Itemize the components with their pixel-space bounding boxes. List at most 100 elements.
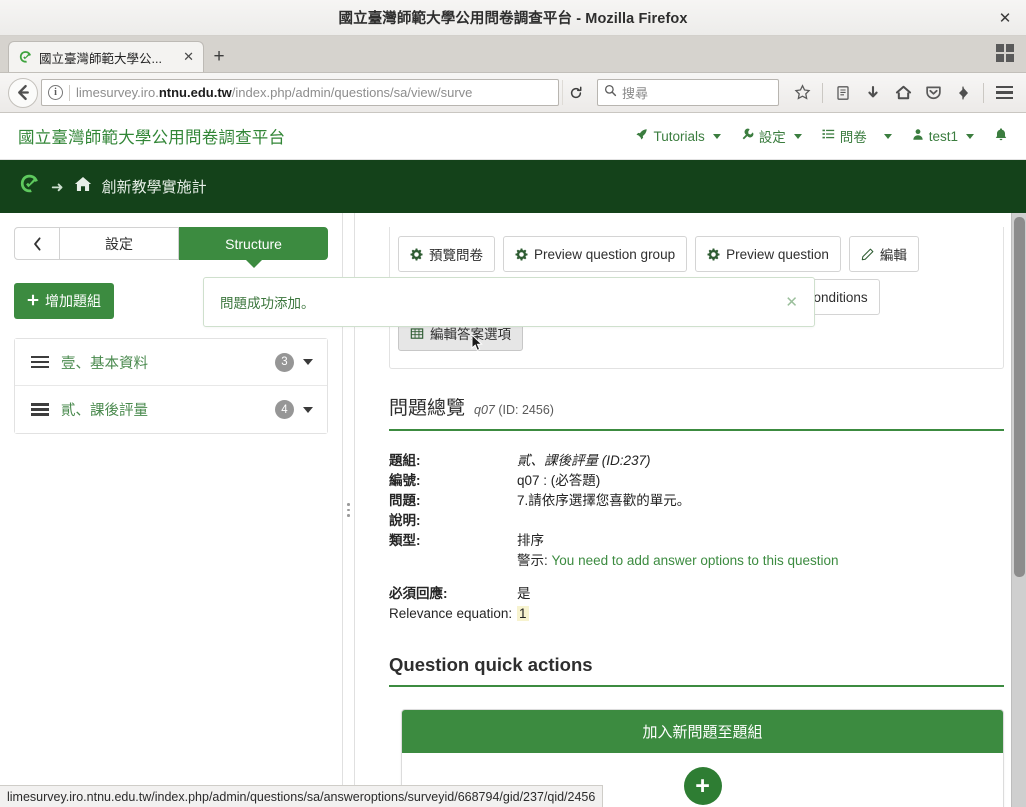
row-label: 題組:: [389, 453, 421, 468]
quick-actions-heading: Question quick actions: [389, 654, 593, 675]
navbar-icons: [788, 79, 1018, 107]
bookmark-star-icon[interactable]: [788, 79, 816, 107]
scrollbar-thumb[interactable]: [1014, 217, 1025, 577]
row-value: 1: [517, 604, 529, 624]
home-icon[interactable]: [74, 175, 92, 198]
search-bar[interactable]: 搜尋: [597, 79, 779, 106]
page-content: 國立臺灣師範大學公用問卷調查平台 Tutorials 設定 問卷 test1 ➜…: [0, 113, 1026, 807]
gear-icon: [410, 247, 423, 261]
url-domain: ntnu.edu.tw: [158, 85, 232, 100]
window-title: 國立臺灣師範大學公用問卷調查平台 - Mozilla Firefox: [338, 11, 688, 27]
plus-circle-icon[interactable]: +: [683, 767, 722, 805]
app-nav-items: Tutorials 設定 問卷 test1: [635, 126, 1008, 146]
alert-message: 問題成功添加。: [220, 296, 315, 311]
status-bar-url: limesurvey.iro.ntnu.edu.tw/index.php/adm…: [7, 789, 596, 804]
window-close-button[interactable]: ✕: [994, 7, 1016, 29]
drag-handle-icon[interactable]: [31, 403, 49, 416]
grid-cell: [1006, 44, 1014, 52]
group-label[interactable]: 壹、基本資料: [61, 352, 148, 373]
status-bar: limesurvey.iro.ntnu.edu.tw/index.php/adm…: [0, 785, 604, 807]
row-label: [389, 551, 517, 571]
add-group-label: 增加題組: [45, 293, 101, 309]
add-group-button[interactable]: 增加題組: [14, 283, 114, 319]
browser-navbar: i limesurvey.iro.ntnu.edu.tw/index.php/a…: [0, 73, 1026, 113]
url-input[interactable]: limesurvey.iro.ntnu.edu.tw/index.php/adm…: [76, 85, 555, 100]
grid-cell: [1006, 54, 1014, 62]
limesurvey-logo-icon[interactable]: [18, 173, 41, 201]
list-icon: [822, 128, 835, 144]
back-button-icon[interactable]: [8, 77, 38, 108]
group-label[interactable]: 貳、課後評量: [61, 399, 148, 420]
page-scrollbar[interactable]: [1011, 213, 1026, 807]
edit-button[interactable]: 編輯: [848, 236, 919, 272]
site-info-icon[interactable]: i: [48, 85, 63, 100]
success-alert: 問題成功添加。 ✕: [203, 277, 815, 327]
url-bar[interactable]: i limesurvey.iro.ntnu.edu.tw/index.php/a…: [41, 79, 559, 106]
question-code-id: q07 (ID: 2456): [474, 403, 554, 417]
table-row: 類型: 排序: [389, 531, 1004, 551]
pencil-icon: [861, 248, 874, 261]
row-value: 貳、課後評量 (ID:237): [517, 453, 651, 468]
table-row: 題組: 貳、課後評量 (ID:237): [389, 451, 1004, 471]
tab-close-icon[interactable]: ✕: [180, 49, 197, 65]
gear-icon: [707, 247, 720, 261]
pocket-icon[interactable]: [919, 79, 947, 107]
section-divider: [389, 685, 1004, 687]
table-row: 說明:: [389, 511, 1004, 531]
sync-icon[interactable]: [949, 79, 977, 107]
home-icon[interactable]: [889, 79, 917, 107]
nav-item-label: 設定: [758, 130, 786, 145]
tab-settings[interactable]: 設定: [60, 227, 180, 260]
preview-question-group-button[interactable]: Preview question group: [503, 236, 688, 272]
close-icon[interactable]: ✕: [785, 293, 798, 311]
list-item[interactable]: 壹、基本資料 3: [15, 339, 327, 386]
downloads-icon[interactable]: [859, 79, 887, 107]
nav-item-surveys[interactable]: 問卷: [822, 126, 892, 146]
preview-question-button[interactable]: Preview question: [695, 236, 841, 272]
firefox-window: 國立臺灣師範大學公用問卷調查平台 - Mozilla Firefox ✕ 國立臺…: [0, 0, 1026, 807]
status-badge: 3: [275, 352, 294, 372]
reload-icon[interactable]: [562, 80, 588, 105]
grid-view-icon[interactable]: [996, 44, 1018, 66]
nav-item-label: Tutorials: [653, 128, 705, 144]
table-row-warning: 警示: You need to add answer options to th…: [389, 551, 1004, 571]
nav-item-label: 問卷: [839, 130, 867, 145]
chevron-down-icon[interactable]: [303, 359, 313, 365]
search-icon: [604, 84, 617, 102]
library-icon[interactable]: [829, 79, 857, 107]
row-label: Relevance equation:: [389, 606, 513, 621]
tab-structure[interactable]: Structure: [179, 227, 328, 260]
new-tab-button[interactable]: +: [204, 41, 234, 72]
nav-item-settings[interactable]: 設定: [741, 126, 802, 146]
browser-tab[interactable]: 國立臺灣師範大學公... ✕: [8, 41, 204, 72]
table-row-relevance: Relevance equation: 1: [389, 604, 1004, 624]
menu-hamburger-icon[interactable]: [990, 79, 1018, 107]
nav-item-tutorials[interactable]: Tutorials: [635, 128, 721, 144]
chevron-down-icon[interactable]: [303, 406, 313, 413]
drag-handle-icon[interactable]: [31, 355, 49, 369]
question-overview-header: 問題總覽 q07 (ID: 2456): [389, 393, 1004, 429]
bell-icon: [994, 127, 1008, 145]
nav-item-user[interactable]: test1: [912, 128, 974, 144]
nav-item-notifications[interactable]: [994, 127, 1008, 145]
breadcrumb: ➜ 創新教學實施計: [0, 160, 1026, 213]
navbar-divider: [822, 82, 823, 103]
list-item[interactable]: 貳、課後評量 4: [15, 386, 327, 433]
status-badge: 4: [275, 400, 294, 419]
user-icon: [912, 128, 924, 144]
wrench-icon: [741, 128, 754, 144]
row-label: 說明:: [389, 513, 421, 528]
app-brand[interactable]: 國立臺灣師範大學公用問卷調查平台: [18, 124, 285, 148]
page-title: 問題總覽: [389, 398, 466, 419]
sidebar-collapse-button[interactable]: [14, 227, 60, 260]
search-input[interactable]: 搜尋: [622, 83, 648, 102]
preview-survey-button[interactable]: 預覽問卷: [398, 236, 495, 272]
chevron-down-icon: [966, 133, 974, 139]
breadcrumb-title[interactable]: 創新教學實施計: [102, 176, 207, 197]
warning-text: You need to add answer options to this q…: [551, 553, 839, 568]
rocket-icon: [635, 128, 648, 144]
button-label: Preview question: [726, 246, 829, 262]
browser-tab-title: 國立臺灣師範大學公...: [39, 51, 162, 66]
relevance-equation: 1: [517, 606, 529, 621]
hamburger-lines: [995, 85, 1013, 100]
